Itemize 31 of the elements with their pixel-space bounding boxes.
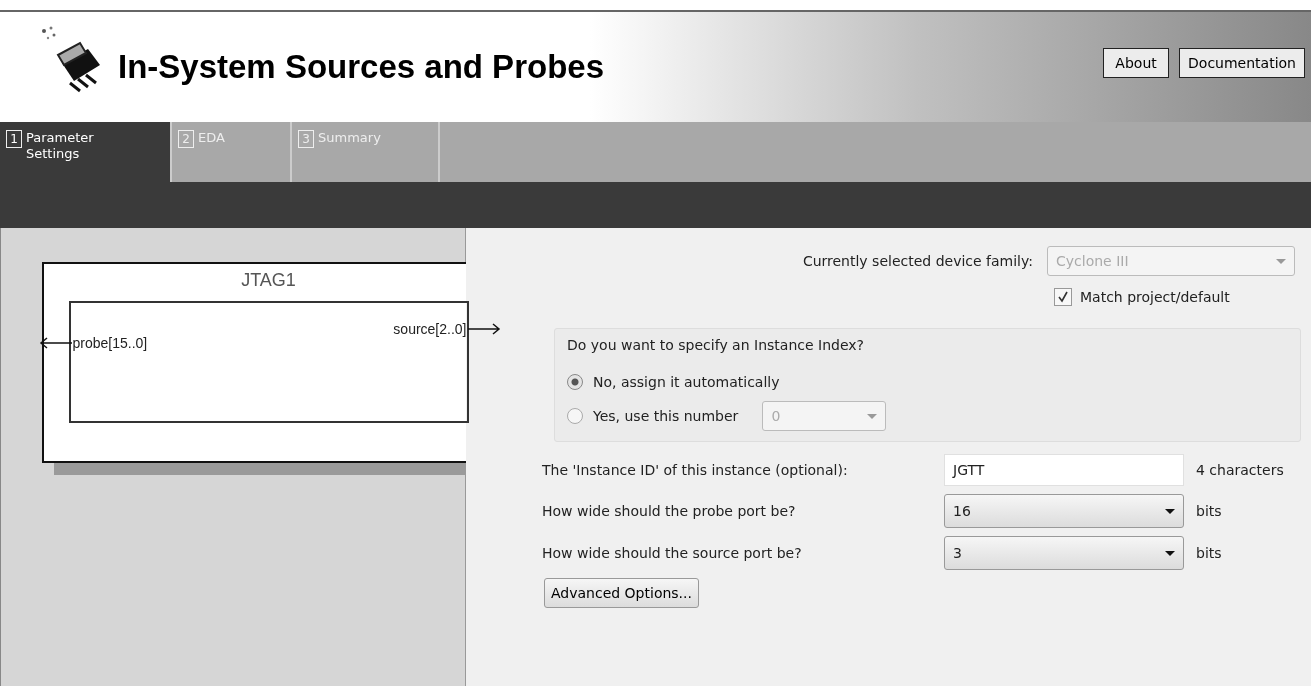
block-title: JTAG1 (241, 270, 296, 291)
advanced-options-button[interactable]: Advanced Options... (544, 578, 699, 608)
checkbox-label: Match project/default (1080, 289, 1230, 305)
unit-label: bits (1196, 503, 1223, 519)
step-number: 3 (298, 130, 314, 148)
wizard-tab[interactable]: 1 Parameter Settings (0, 122, 172, 182)
unit-label: 4 characters (1196, 462, 1285, 478)
step-number: 2 (178, 130, 194, 148)
step-number: 1 (6, 130, 22, 148)
radio-button[interactable] (567, 374, 583, 390)
tab-label: Parameter Settings (26, 130, 95, 162)
window-title: In-System Sources and Probes (118, 48, 604, 86)
field-label: How wide should the probe port be? (542, 503, 797, 519)
header-button[interactable]: About (1103, 48, 1170, 78)
width-dropdown[interactable]: 16 (944, 494, 1184, 528)
header-button[interactable]: Documentation (1179, 48, 1305, 78)
tab-label: EDA (198, 130, 225, 146)
port-arrow (466, 323, 501, 335)
tab-label: Summary (318, 130, 381, 146)
input-field[interactable]: JGTT (944, 454, 1184, 486)
field-label: Currently selected device family: (802, 253, 1033, 269)
radio-button[interactable] (567, 408, 583, 424)
group-title: Do you want to specify an Instance Index? (567, 337, 865, 353)
port-label: probe[15..0] (72, 335, 148, 351)
port-label: source[2..0] (393, 321, 467, 337)
field-label: The 'Instance ID' of this instance (optional): (542, 462, 849, 478)
radio-label: Yes, use this number (593, 408, 739, 424)
field-label: How wide should the source port be? (542, 545, 803, 561)
unit-label: bits (1196, 545, 1223, 561)
width-dropdown[interactable]: 3 (944, 536, 1184, 570)
radio-label: No, assign it automatically (593, 374, 780, 390)
